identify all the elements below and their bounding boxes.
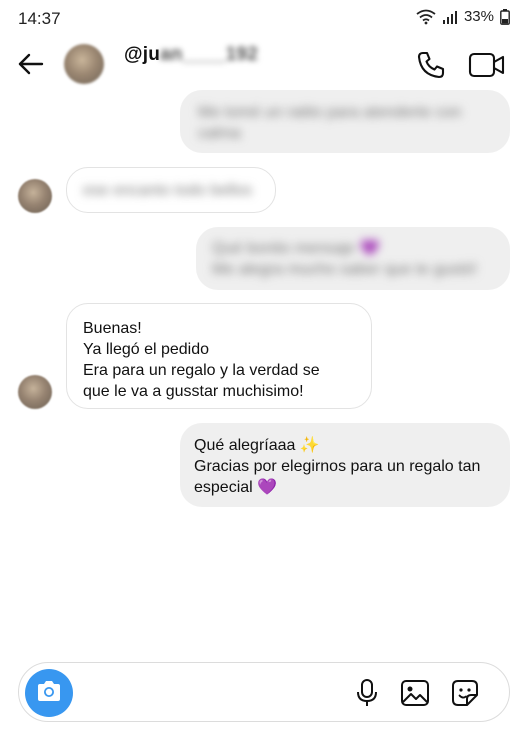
message-line: Gracias por elegirnos para un regalo tan [194, 458, 481, 475]
back-arrow-icon[interactable] [14, 48, 46, 80]
status-bar: 14:37 33% [0, 0, 528, 36]
message-text-obscured: ese encanto todo bellos [83, 182, 253, 199]
microphone-icon[interactable] [351, 677, 383, 709]
status-time: 14:37 [18, 9, 61, 28]
message-text-obscured: Qué bonito mensaje 💜 Me alegra mucho sab… [212, 240, 478, 278]
message-line: Ya llegó el pedido [83, 341, 210, 358]
video-camera-icon[interactable] [468, 48, 506, 82]
message-line: especial 💜 [194, 479, 278, 496]
obscured-username-part: an____192 [160, 44, 258, 65]
phone-icon[interactable] [414, 48, 448, 82]
message-line: Qué alegríaaa ✨ [194, 437, 320, 454]
chat-header: @juan____192 [0, 36, 528, 92]
message-bubble-outgoing[interactable]: Qué alegríaaa ✨ Gracias por elegirnos pa… [180, 423, 510, 507]
message-line: que le va a gusstar muchisimo! [83, 383, 304, 400]
message-bubble-outgoing[interactable]: Qué bonito mensaje 💜 Me alegra mucho sab… [196, 227, 510, 290]
camera-button[interactable] [25, 669, 73, 717]
wifi-icon [416, 9, 436, 25]
contact-avatar[interactable] [64, 44, 104, 84]
sender-avatar[interactable] [18, 375, 52, 409]
message-line: Era para un regalo y la verdad se [83, 362, 320, 379]
battery-percent: 33% [463, 8, 494, 25]
message-bubble-incoming[interactable]: ese encanto todo bellos [66, 167, 276, 213]
message-input[interactable] [85, 675, 335, 711]
message-composer [18, 662, 510, 722]
gallery-icon[interactable] [399, 677, 431, 709]
contact-username[interactable]: @juan____192 [124, 44, 258, 66]
message-text-obscured: Me tomé un ratito para atenderte con cal… [198, 104, 462, 142]
status-indicators: 33% [416, 8, 510, 25]
sticker-icon[interactable] [449, 677, 481, 709]
sender-avatar[interactable] [18, 179, 52, 213]
signal-icon [442, 10, 458, 24]
camera-icon [36, 680, 62, 707]
battery-icon [500, 8, 510, 25]
message-bubble-incoming[interactable]: Buenas! Ya llegó el pedido Era para un r… [66, 303, 372, 409]
message-line: Buenas! [83, 320, 142, 337]
message-bubble-outgoing[interactable]: Me tomé un ratito para atenderte con cal… [180, 90, 510, 153]
